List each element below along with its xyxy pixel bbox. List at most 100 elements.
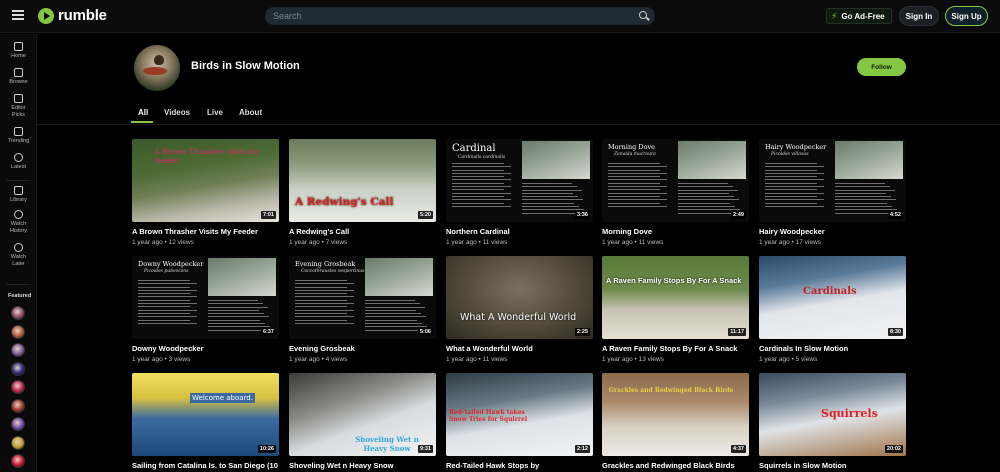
video-thumbnail[interactable]: Grackles and Redwinged Black Birds 4:37 bbox=[602, 373, 749, 456]
video-thumbnail[interactable]: A Brown Thrasher visits my feeder 7:01 bbox=[132, 139, 279, 222]
video-thumbnail[interactable]: Downy Woodpecker Picoides pubescens 6:37 bbox=[132, 256, 279, 339]
go-ad-free-button[interactable]: ⚡ Go Ad-Free bbox=[826, 8, 892, 24]
featured-channel-avatar[interactable] bbox=[11, 380, 25, 394]
video-card[interactable]: What A Wonderful World 2:25 What a Wonderf… bbox=[446, 256, 593, 363]
video-meta: 1 year ago • 11 views bbox=[446, 239, 508, 246]
sidebar-divider bbox=[6, 284, 31, 285]
home-icon bbox=[14, 42, 23, 51]
video-thumbnail[interactable]: Hairy Woodpecker Picoides villosus 4:52 bbox=[759, 139, 906, 222]
video-card[interactable]: Cardinal Cardinalis cardinalis 3:36 Norther… bbox=[446, 139, 593, 246]
trending-icon bbox=[14, 127, 23, 136]
sidebar-item-label: Browse bbox=[9, 79, 28, 85]
tabs-divider bbox=[37, 124, 1000, 125]
thumbnail-overlay-text: Squirrels bbox=[821, 407, 878, 420]
tab-about[interactable]: About bbox=[239, 108, 262, 117]
video-duration: 2:12 bbox=[574, 445, 590, 453]
tab-live[interactable]: Live bbox=[207, 108, 223, 117]
sidebar-item-label: Watch Later bbox=[10, 254, 27, 267]
video-meta: 1 year ago • 5 views bbox=[759, 356, 818, 363]
sign-in-button[interactable]: Sign In bbox=[899, 6, 939, 26]
sidebar-item-label: Trending bbox=[7, 138, 30, 144]
sign-up-button[interactable]: Sign Up bbox=[945, 6, 988, 26]
video-title[interactable]: Red-Tailed Hawk Stops by bbox=[446, 461, 593, 470]
video-card[interactable]: Red-tailed Hawk takes Snow Tries for Squ… bbox=[446, 373, 593, 470]
editor-picks-icon bbox=[14, 94, 23, 103]
video-title[interactable]: Northern Cardinal bbox=[446, 227, 593, 236]
video-title[interactable]: Hairy Woodpecker bbox=[759, 227, 906, 236]
video-thumbnail[interactable]: Cardinals 8:30 bbox=[759, 256, 906, 339]
video-card[interactable]: Morning Dove Zenaida macroura 2:49 Morning … bbox=[602, 139, 749, 246]
video-title[interactable]: Sailing from Catalina Is. to San Diego (… bbox=[132, 461, 279, 470]
video-thumbnail[interactable]: Evening Grosbeak Coccothraustes vespertin… bbox=[289, 256, 436, 339]
sidebar-item-trending[interactable]: Trending bbox=[0, 127, 37, 145]
video-card[interactable]: A Raven Family Stops By For A Snack 11:17… bbox=[602, 256, 749, 363]
video-title[interactable]: A Raven Family Stops By For A Snack bbox=[602, 344, 749, 353]
sidebar-item-label: Home bbox=[11, 53, 26, 59]
sidebar-item-browse[interactable]: Browse bbox=[0, 68, 37, 86]
video-title[interactable]: Squirrels in Slow Motion bbox=[759, 461, 906, 470]
thumbnail-overlay-text: Cardinals bbox=[803, 286, 857, 297]
sidebar-item-home[interactable]: Home bbox=[0, 42, 37, 60]
featured-channel-avatar[interactable] bbox=[11, 435, 25, 450]
thumbnail-subheading: Zenaida macroura bbox=[614, 152, 656, 157]
video-title[interactable]: A Redwing's Call bbox=[289, 227, 436, 236]
video-card[interactable]: A Redwing's Call 5:20 A Redwing's Call 1 ye… bbox=[289, 139, 436, 246]
sidebar-item-watch-later[interactable]: Watch Later bbox=[0, 243, 37, 267]
video-title[interactable]: Grackles and Redwinged Black Birds bbox=[602, 461, 749, 470]
rumble-logo[interactable]: rumble bbox=[38, 7, 107, 24]
follow-button[interactable]: Follow bbox=[857, 58, 906, 76]
video-title[interactable]: Downy Woodpecker bbox=[132, 344, 279, 353]
video-card[interactable]: Downy Woodpecker Picoides pubescens 6:37 Do… bbox=[132, 256, 279, 363]
channel-name[interactable]: Birds in Slow Motion bbox=[191, 60, 300, 72]
search-icon[interactable] bbox=[639, 11, 647, 19]
sidebar-item-latest[interactable]: Latest bbox=[0, 153, 37, 171]
sidebar-item-editor-picks[interactable]: Editor Picks bbox=[0, 94, 37, 118]
video-card[interactable]: Squirrels 20:02 Squirrels in Slow Motion bbox=[759, 373, 906, 470]
video-card[interactable]: Shoveling Wet n Heavy Snow 9:31 Shoveling … bbox=[289, 373, 436, 470]
video-duration: 11:17 bbox=[728, 328, 746, 336]
sidebar: Home Browse Editor Picks Trending Latest… bbox=[0, 34, 37, 472]
video-thumbnail[interactable]: Red-tailed Hawk takes Snow Tries for Squ… bbox=[446, 373, 593, 456]
channel-avatar[interactable] bbox=[134, 45, 180, 91]
sidebar-item-library[interactable]: Library bbox=[0, 186, 37, 204]
video-card[interactable]: Grackles and Redwinged Black Birds 4:37 Gr… bbox=[602, 373, 749, 470]
video-duration: 2:25 bbox=[574, 328, 590, 336]
video-title[interactable]: What a Wonderful World bbox=[446, 344, 593, 353]
video-title[interactable]: Evening Grosbeak bbox=[289, 344, 436, 353]
video-card[interactable]: A Brown Thrasher visits my feeder 7:01 A B… bbox=[132, 139, 279, 246]
video-meta: 1 year ago • 13 views bbox=[602, 356, 664, 363]
video-card[interactable]: Evening Grosbeak Coccothraustes vespertin… bbox=[289, 256, 436, 363]
featured-channel-avatar[interactable] bbox=[11, 361, 25, 376]
thumbnail-photo bbox=[208, 258, 276, 296]
tab-all[interactable]: All bbox=[138, 108, 148, 117]
top-bar: rumble ⚡ Go Ad-Free Sign In Sign Up bbox=[0, 0, 1000, 33]
sidebar-item-watch-history[interactable]: Watch History bbox=[0, 210, 37, 234]
menu-icon[interactable] bbox=[12, 10, 24, 20]
featured-channel-avatar[interactable] bbox=[11, 454, 25, 468]
thumbnail-heading: Downy Woodpecker bbox=[138, 260, 204, 268]
video-title[interactable]: Morning Dove bbox=[602, 227, 749, 236]
video-card[interactable]: Welcome aboard. 10:26 Sailing from Catalin… bbox=[132, 373, 279, 470]
featured-channel-avatar[interactable] bbox=[11, 324, 25, 339]
video-card[interactable]: Hairy Woodpecker Picoides villosus 4:52 Hai… bbox=[759, 139, 906, 246]
featured-channel-avatar[interactable] bbox=[11, 306, 25, 320]
video-thumbnail[interactable]: Squirrels 20:02 bbox=[759, 373, 906, 456]
video-card[interactable]: Cardinals 8:30 Cardinals In Slow Motion 1 y… bbox=[759, 256, 906, 363]
video-meta: 1 year ago • 3 views bbox=[132, 356, 191, 363]
video-title[interactable]: Cardinals In Slow Motion bbox=[759, 344, 906, 353]
video-thumbnail[interactable]: Shoveling Wet n Heavy Snow 9:31 bbox=[289, 373, 436, 456]
video-title[interactable]: A Brown Thrasher Visits My Feeder bbox=[132, 227, 279, 236]
featured-channel-avatar[interactable] bbox=[11, 417, 25, 431]
featured-channel-avatar[interactable] bbox=[11, 398, 25, 413]
video-thumbnail[interactable]: Welcome aboard. 10:26 bbox=[132, 373, 279, 456]
video-thumbnail[interactable]: A Raven Family Stops By For A Snack 11:17 bbox=[602, 256, 749, 339]
tab-videos[interactable]: Videos bbox=[164, 108, 190, 117]
video-duration: 4:52 bbox=[887, 211, 903, 219]
video-title[interactable]: Shoveling Wet n Heavy Snow bbox=[289, 461, 436, 470]
video-thumbnail[interactable]: What A Wonderful World 2:25 bbox=[446, 256, 593, 339]
video-thumbnail[interactable]: Cardinal Cardinalis cardinalis 3:36 bbox=[446, 139, 593, 222]
search-input[interactable] bbox=[265, 7, 655, 25]
video-thumbnail[interactable]: A Redwing's Call 5:20 bbox=[289, 139, 436, 222]
video-thumbnail[interactable]: Morning Dove Zenaida macroura 2:49 bbox=[602, 139, 749, 222]
featured-channel-avatar[interactable] bbox=[11, 343, 25, 357]
